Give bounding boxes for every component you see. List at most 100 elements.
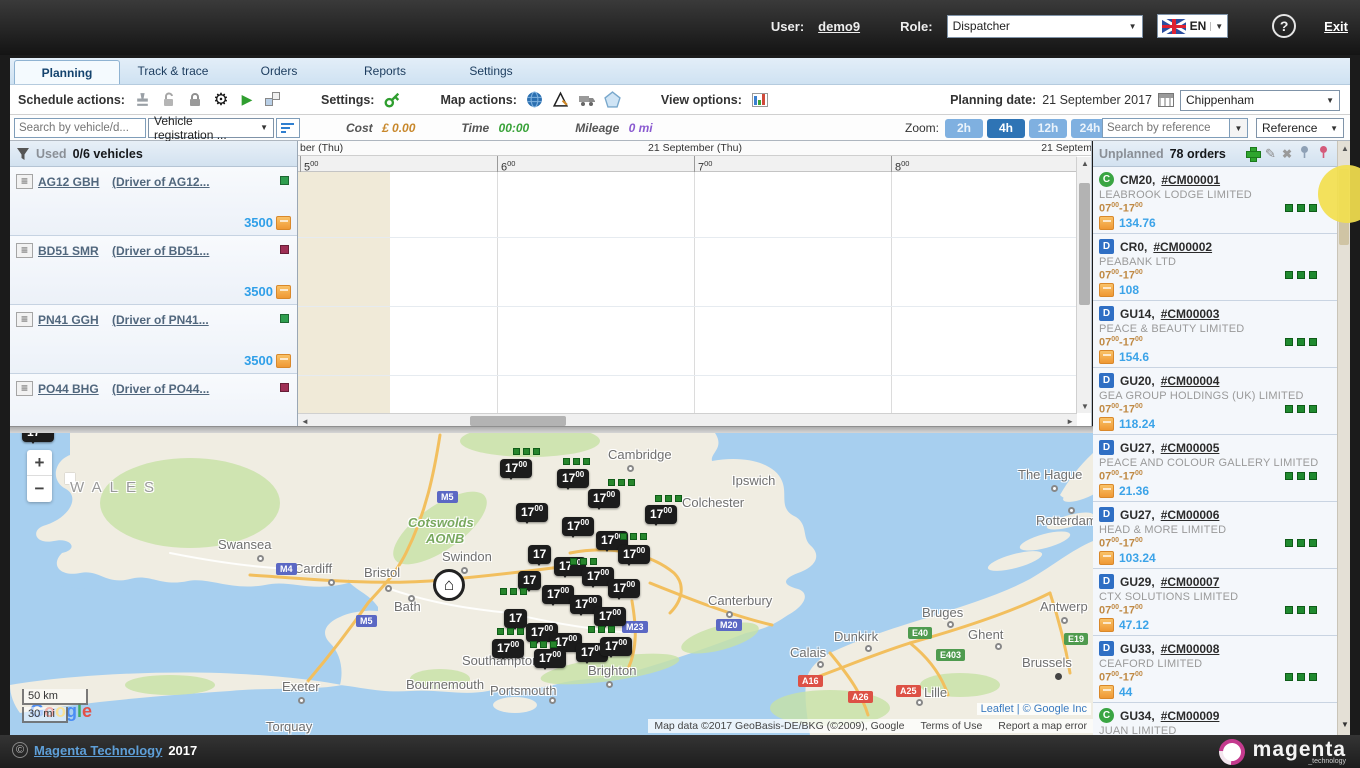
role-select[interactable]: Dispatcher ▼	[947, 15, 1143, 38]
schedule-grid[interactable]	[298, 172, 1077, 413]
order-actions-dots[interactable]	[1285, 271, 1317, 279]
tab-settings[interactable]: Settings	[438, 58, 544, 84]
pin-red-icon[interactable]	[1317, 145, 1330, 162]
stamp-icon[interactable]	[133, 90, 153, 110]
vehicle-driver-link[interactable]: (Driver of PO44...	[112, 382, 209, 396]
zoom-button-4h[interactable]: 4h	[987, 119, 1025, 138]
map-zoom-in-button[interactable]: +	[27, 450, 52, 476]
exit-link[interactable]: Exit	[1324, 19, 1348, 34]
scroll-right-icon[interactable]: ►	[1066, 417, 1074, 426]
map-time-marker[interactable]: 1700	[22, 433, 54, 442]
play-icon[interactable]: ▶	[237, 90, 257, 110]
map-time-marker[interactable]: 1700	[600, 637, 632, 656]
scroll-up-icon[interactable]: ▲	[1341, 144, 1349, 153]
delete-order-icon[interactable]: ✖	[1282, 147, 1292, 161]
chevron-down-icon[interactable]: ▼	[1230, 118, 1248, 138]
vehicle-driver-link[interactable]: (Driver of BD51...	[112, 244, 209, 258]
zoom-button-12h[interactable]: 12h	[1029, 119, 1067, 138]
vehicle-registration-link[interactable]: AG12 GBH	[38, 175, 99, 189]
vehicle-driver-link[interactable]: (Driver of PN41...	[112, 313, 209, 327]
row-menu-icon[interactable]: ≡	[16, 174, 33, 189]
tab-reports[interactable]: Reports	[332, 58, 438, 84]
reference-filter-select[interactable]: Reference ▼	[1256, 118, 1344, 138]
terms-of-use-link[interactable]: Terms of Use	[920, 720, 982, 732]
pin-gray-icon[interactable]	[1298, 145, 1311, 162]
vehicle-driver-link[interactable]: (Driver of AG12...	[112, 175, 210, 189]
add-order-icon[interactable]	[1246, 147, 1259, 160]
vehicle-registration-link[interactable]: PO44 BHG	[38, 382, 99, 396]
panel-splitter[interactable]	[10, 426, 1093, 433]
order-actions-dots[interactable]	[1285, 539, 1317, 547]
row-menu-icon[interactable]: ≡	[16, 243, 33, 258]
scroll-down-icon[interactable]: ▼	[1081, 402, 1089, 411]
depot-home-marker[interactable]: ⌂	[433, 569, 465, 601]
order-actions-dots[interactable]	[1285, 405, 1317, 413]
order-ref-link[interactable]: #CM00001	[1161, 173, 1220, 187]
gear-icon[interactable]: ⚙	[211, 90, 231, 110]
funnel-icon[interactable]	[16, 147, 30, 161]
tab-orders[interactable]: Orders	[226, 58, 332, 84]
schedule-horizontal-scrollbar[interactable]: ◄ ►	[298, 413, 1077, 427]
map-time-marker[interactable]: 1700	[588, 489, 620, 508]
map-time-marker[interactable]: 1700	[645, 505, 677, 524]
map-time-marker[interactable]: 1700	[562, 517, 594, 536]
map-time-marker[interactable]: 1700	[516, 503, 548, 522]
order-ref-link[interactable]: #CM00005	[1161, 441, 1220, 455]
schedule-vertical-scrollbar[interactable]: ▲ ▼	[1076, 157, 1091, 413]
magenta-technology-link[interactable]: Magenta Technology	[34, 743, 162, 758]
globe-icon[interactable]	[525, 90, 545, 110]
order-actions-dots[interactable]	[1285, 204, 1317, 212]
row-menu-icon[interactable]: ≡	[16, 381, 33, 396]
vehicle-registration-link[interactable]: PN41 GGH	[38, 313, 99, 327]
order-ref-link[interactable]: #CM00004	[1161, 374, 1220, 388]
vehicle-filter-select[interactable]: Vehicle registration ... ▼	[148, 118, 274, 138]
map[interactable]: + − ⌂ 50 km Google 30 mi Leaflet | © Goo…	[10, 433, 1093, 735]
calendar-icon[interactable]	[1158, 93, 1174, 107]
help-icon[interactable]: ?	[1272, 14, 1296, 38]
edit-order-icon[interactable]: ✎	[1265, 146, 1276, 162]
map-time-marker[interactable]: 17	[504, 609, 527, 628]
map-time-marker[interactable]: 1700	[492, 639, 524, 658]
order-ref-link[interactable]: #CM00002	[1153, 240, 1212, 254]
tab-track-trace[interactable]: Track & trace	[120, 58, 226, 84]
lock-icon[interactable]	[185, 90, 205, 110]
order-actions-dots[interactable]	[1285, 338, 1317, 346]
order-actions-dots[interactable]	[1285, 606, 1317, 614]
reassign-icon[interactable]	[263, 90, 283, 110]
map-zoom-out-button[interactable]: −	[27, 476, 52, 502]
map-time-marker[interactable]: 17	[528, 545, 551, 564]
map-time-marker[interactable]: 1700	[594, 607, 626, 626]
vehicle-registration-link[interactable]: BD51 SMR	[38, 244, 99, 258]
unlock-icon[interactable]	[159, 90, 179, 110]
leaflet-link[interactable]: Leaflet	[981, 703, 1014, 715]
map-time-marker[interactable]: 1700	[557, 469, 589, 488]
order-actions-dots[interactable]	[1285, 472, 1317, 480]
order-ref-link[interactable]: #CM00003	[1161, 307, 1220, 321]
order-ref-link[interactable]: #CM00006	[1161, 508, 1220, 522]
tab-planning[interactable]: Planning	[14, 60, 120, 84]
depot-select[interactable]: Chippenham ▼	[1180, 90, 1340, 111]
sort-icon[interactable]	[276, 118, 300, 138]
vehicle-search-input[interactable]	[14, 118, 146, 138]
scrollbar-thumb[interactable]	[1079, 183, 1090, 305]
truck-icon[interactable]	[577, 90, 597, 110]
scroll-left-icon[interactable]: ◄	[301, 417, 309, 426]
map-time-marker[interactable]: 1700	[534, 649, 566, 668]
order-ref-link[interactable]: #CM00008	[1161, 642, 1220, 656]
view-options-icon[interactable]	[750, 90, 770, 110]
scrollbar-thumb[interactable]	[470, 416, 566, 426]
orders-scrollbar[interactable]: ▲ ▼	[1337, 141, 1350, 735]
polygon-icon[interactable]	[603, 90, 623, 110]
map-time-marker[interactable]: 1700	[608, 579, 640, 598]
reference-search-input[interactable]	[1102, 118, 1230, 138]
scroll-up-icon[interactable]: ▲	[1081, 159, 1089, 168]
key-icon[interactable]	[382, 90, 402, 110]
order-ref-link[interactable]: #CM00009	[1161, 709, 1220, 723]
order-actions-dots[interactable]	[1285, 673, 1317, 681]
map-time-marker[interactable]: 1700	[500, 459, 532, 478]
map-time-marker[interactable]: 1700	[618, 545, 650, 564]
measure-icon[interactable]	[551, 90, 571, 110]
report-map-error-link[interactable]: Report a map error	[998, 720, 1087, 732]
language-select[interactable]: EN ▼	[1157, 14, 1229, 38]
row-menu-icon[interactable]: ≡	[16, 312, 33, 327]
